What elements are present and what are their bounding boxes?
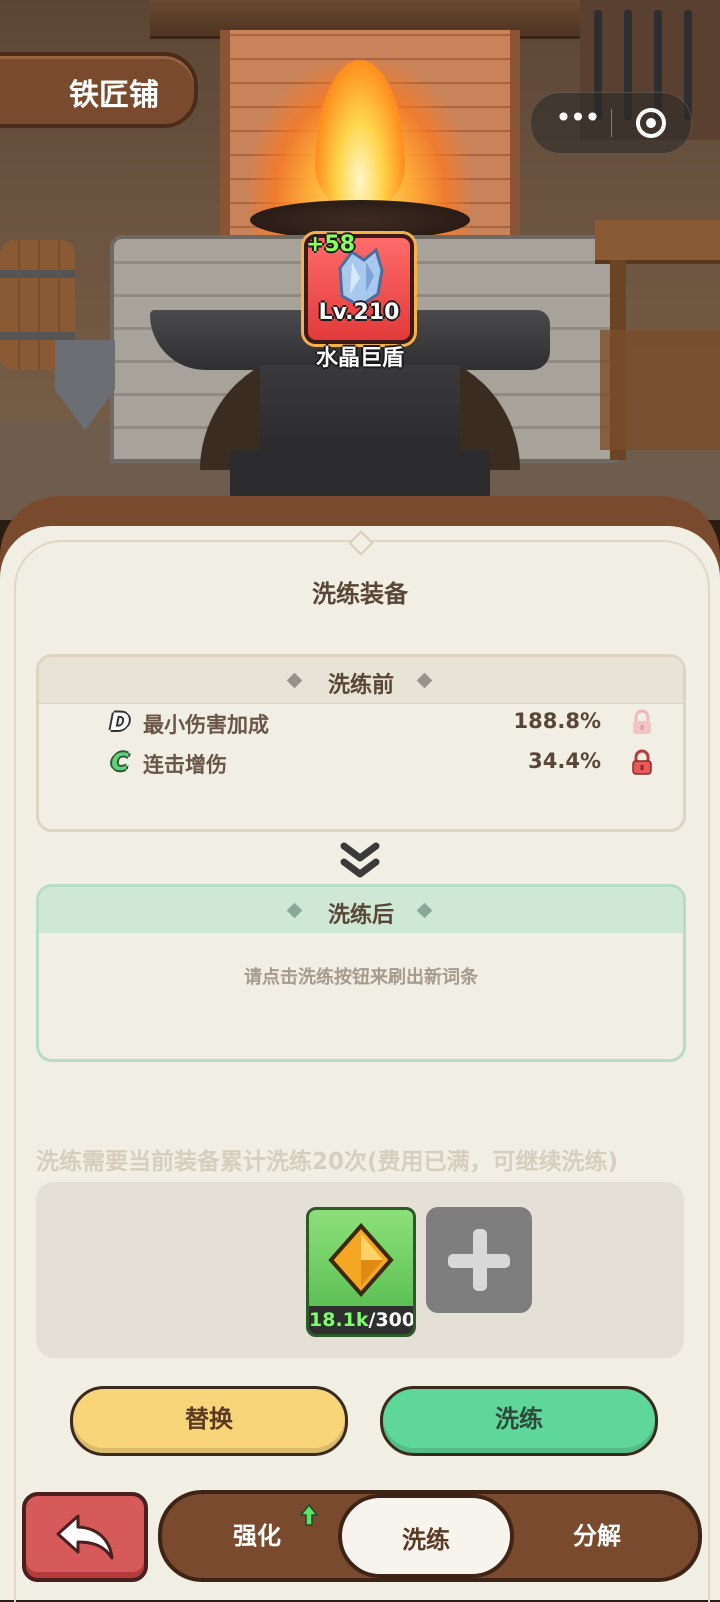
refine-button[interactable]: 洗练 [380,1386,658,1456]
before-stats-box: 洗练前 D 最小伤害加成 188.8% C 连击增伤 34.4% [36,654,686,832]
tab-decompose[interactable]: 分解 [522,1494,672,1578]
item-level: Lv.210 [318,300,400,325]
stat-value: 34.4% [528,749,601,773]
enhance-level: +58 [306,232,356,257]
material-count: 18.1k/3002 [309,1306,413,1334]
stat-value: 188.8% [513,709,601,733]
page-title: 铁匠铺 [69,78,159,113]
shelf [600,330,720,450]
item-name: 水晶巨盾 [315,346,404,371]
stat-row: C 连击增伤 34.4% [39,743,683,783]
stat-name: 连击增伤 [143,753,227,777]
equipment-card[interactable]: +58 Lv.210 [304,232,414,344]
upgrade-arrow-icon [300,1504,318,1526]
target-close-icon[interactable] [634,106,668,140]
workbench [595,220,720,264]
panel-title: 洗练装备 [312,580,408,608]
stat-row: D 最小伤害加成 188.8% [39,703,683,743]
chevron-double-down-icon [340,842,380,878]
back-button[interactable] [22,1492,148,1582]
material-card[interactable]: 18.1k/3002 [306,1207,416,1337]
add-material-button[interactable] [426,1207,532,1313]
after-hint: 请点击洗练按钮来刷出新词条 [244,967,478,988]
replace-button[interactable]: 替换 [70,1386,348,1456]
tab-refine[interactable]: 洗练 [338,1494,514,1578]
orange-gem-icon [328,1222,394,1298]
capsule-divider [611,109,612,137]
shield-decoration [55,340,115,430]
lock-closed-icon[interactable] [631,749,653,775]
grade-badge: D [110,708,130,736]
lock-open-icon[interactable] [631,709,653,735]
shop-title-tab: 铁匠铺 [0,52,198,128]
before-label: 洗练前 [327,673,394,698]
cost-note: 洗练需要当前装备累计洗练20次(费用已满，可继续洗练) [36,1149,619,1175]
tab-enhance[interactable]: 强化 [182,1494,332,1578]
more-dots-icon[interactable]: ••• [549,104,605,139]
stat-name: 最小伤害加成 [143,713,269,737]
tab-enhance-label: 强化 [233,1522,281,1550]
grade-badge: C [111,748,129,776]
after-stats-box: 洗练后 请点击洗练按钮来刷出新词条 [36,884,686,1062]
anvil-base [230,450,490,500]
after-label: 洗练后 [327,903,394,928]
bottom-tab-bar: 强化 洗练 分解 [158,1490,702,1582]
back-arrow-icon [56,1514,114,1560]
miniprogram-capsule: ••• [530,92,692,154]
